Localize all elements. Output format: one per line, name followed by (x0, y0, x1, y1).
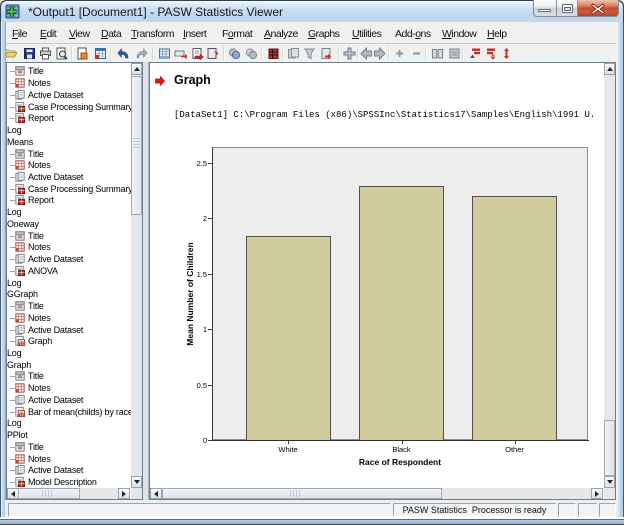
svg-text:?: ? (214, 50, 219, 60)
